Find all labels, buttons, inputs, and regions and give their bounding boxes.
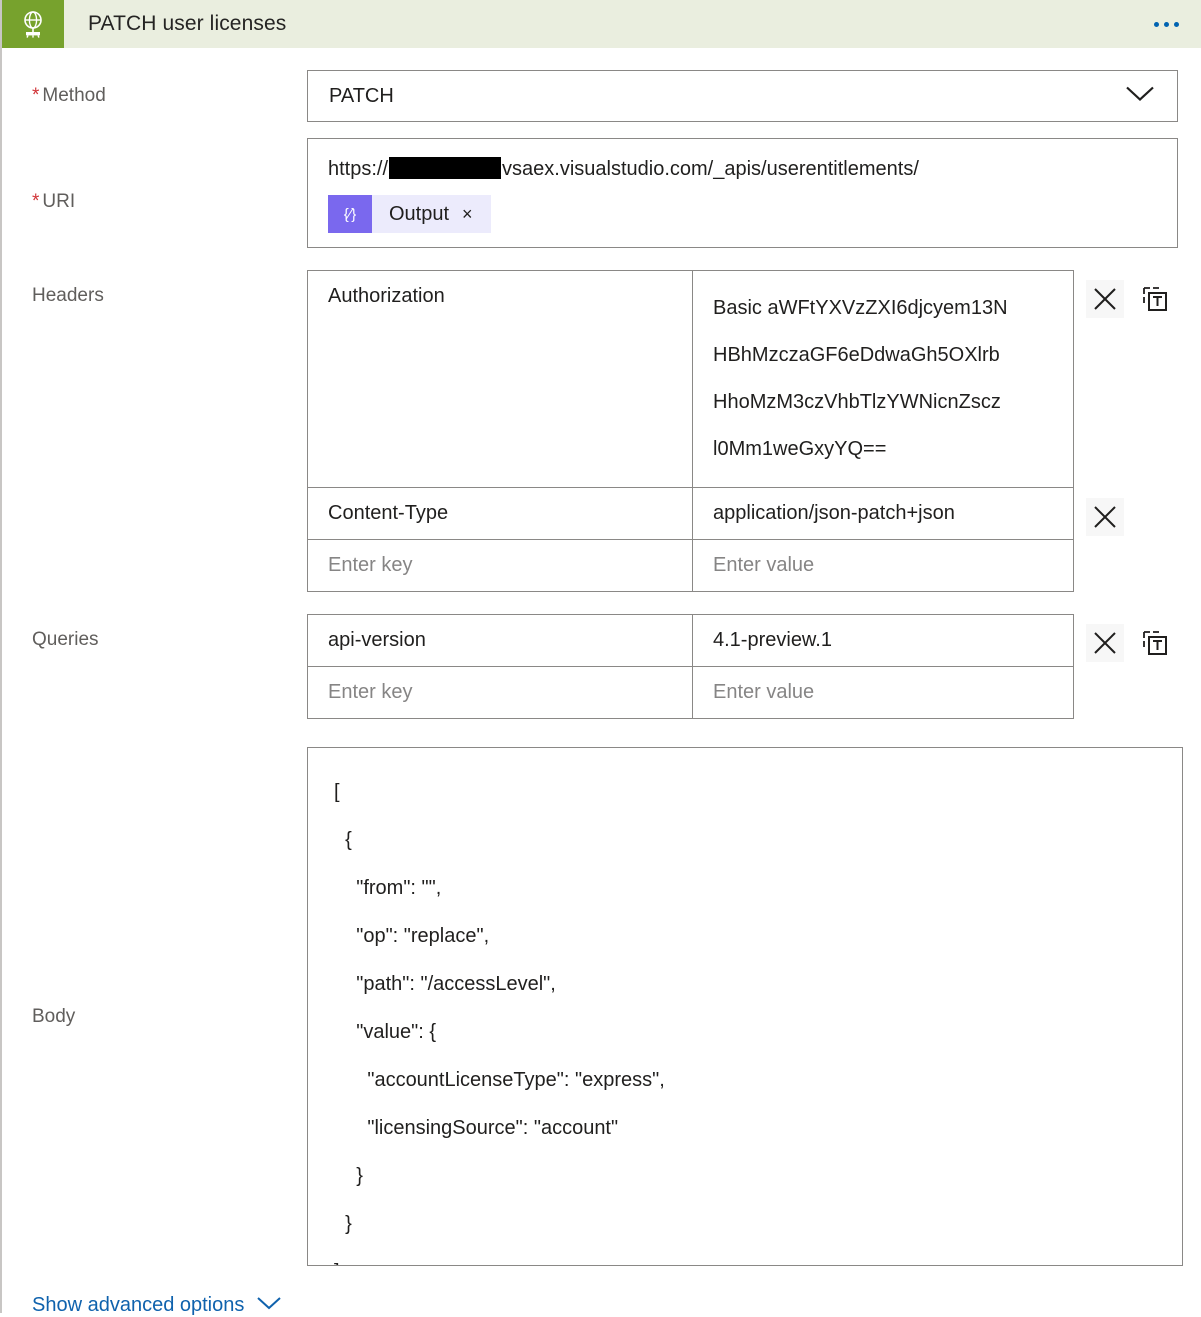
query-row-actions <box>1074 614 1174 662</box>
table-row-empty: Enter key Enter value <box>308 539 1073 591</box>
header-key-input-empty[interactable]: Enter key <box>308 540 693 591</box>
header-entry-authorization: Authorization Basic aWFtYXVzZXI6djcyem13… <box>307 270 1201 488</box>
body-line: "value": { <box>334 1021 437 1043</box>
body-line: "op": "replace", <box>334 925 490 947</box>
uri-input[interactable]: https:// vsaex.visualstudio.com/_apis/use… <box>307 138 1178 248</box>
headers-label: Headers <box>32 285 104 306</box>
uri-row: * URI https:// vsaex.visualstudio.com/_api… <box>2 138 1201 248</box>
uri-field: https:// vsaex.visualstudio.com/_apis/use… <box>307 138 1201 248</box>
body-line: { <box>334 829 352 851</box>
body-line: [ <box>334 781 340 803</box>
body-line: ] <box>334 1248 1162 1265</box>
close-icon[interactable] <box>1086 498 1124 536</box>
switch-to-text-mode-icon[interactable] <box>1136 280 1174 318</box>
table-row: Content-Type application/json-patch+json <box>308 488 1073 539</box>
query-key-input[interactable]: api-version <box>308 615 693 666</box>
method-dropdown[interactable]: PATCH <box>307 70 1178 122</box>
value-line: HBhMzczaGF6eDdwaGh5OXlrb <box>713 344 1000 366</box>
uri-label-text: URI <box>42 191 76 212</box>
queries-label: Queries <box>32 629 99 650</box>
queries-row: Queries api-version 4.1-preview.1 Enter … <box>2 614 1201 719</box>
method-field: PATCH <box>307 70 1201 122</box>
card-header: PATCH user licenses <box>2 0 1201 48</box>
value-line: l0Mm1weGxyYQ== <box>713 438 887 460</box>
token-label: Output <box>389 202 450 225</box>
body-row: Body [ { "from": "", "op": "replace", "p… <box>2 747 1201 1266</box>
header-key-input[interactable]: Authorization <box>308 271 693 487</box>
body-line: "from": "", <box>334 877 442 899</box>
card-title: PATCH user licenses <box>88 12 287 35</box>
query-value-input[interactable]: 4.1-preview.1 <box>693 615 1073 666</box>
header-row-actions <box>1074 270 1174 318</box>
query-value-input-empty[interactable]: Enter value <box>693 667 1073 718</box>
body-field: [ { "from": "", "op": "replace", "path":… <box>307 747 1201 1266</box>
header-table-remaining: Content-Type application/json-patch+json… <box>307 488 1074 592</box>
body-line: } <box>334 1165 363 1187</box>
switch-to-text-mode-icon[interactable] <box>1136 624 1174 662</box>
value-line: HhoMzM3czVhbTlzYWNicnZscz <box>713 391 1001 413</box>
required-marker: * <box>32 85 40 106</box>
body-line: "licensingSource": "account" <box>334 1117 619 1139</box>
header-row-actions <box>1074 488 1124 536</box>
header-table-authorization: Authorization Basic aWFtYXVzZXI6djcyem13… <box>307 270 1074 488</box>
headers-row: Headers Authorization Basic aWFtYXVzZXI6… <box>2 270 1201 592</box>
query-table: api-version 4.1-preview.1 Enter key Ente… <box>307 614 1074 719</box>
body-line: } <box>334 1213 352 1235</box>
method-row: * Method PATCH <box>2 70 1201 122</box>
redaction-bar <box>389 157 502 179</box>
chevron-down-icon[interactable] <box>1125 85 1155 108</box>
required-marker: * <box>32 191 40 212</box>
globe-network-icon <box>2 0 64 48</box>
table-row-empty: Enter key Enter value <box>308 666 1073 718</box>
headers-field: Authorization Basic aWFtYXVzZXI6djcyem13… <box>307 270 1201 592</box>
uri-suffix: vsaex.visualstudio.com/_apis/userentitle… <box>502 158 919 180</box>
header-value-input[interactable]: Basic aWFtYXVzZXI6djcyem13N HBhMzczaGF6e… <box>693 271 1073 487</box>
close-icon[interactable] <box>1086 624 1124 662</box>
body-line: "accountLicenseType": "express", <box>334 1069 665 1091</box>
show-advanced-options-label: Show advanced options <box>32 1294 245 1316</box>
show-advanced-options-button[interactable]: Show advanced options <box>2 1294 282 1317</box>
header-value-input-empty[interactable]: Enter value <box>693 540 1073 591</box>
header-entry-content-type: Content-Type application/json-patch+json… <box>307 488 1201 592</box>
uri-text: https:// vsaex.visualstudio.com/_apis/use… <box>328 155 1157 183</box>
body-label: Body <box>32 1006 76 1027</box>
header-key-input[interactable]: Content-Type <box>308 488 693 539</box>
body-line: "path": "/accessLevel", <box>334 973 556 995</box>
dynamic-token-chip[interactable]: {⁄} Output × <box>328 195 491 233</box>
table-row: api-version 4.1-preview.1 <box>308 615 1073 666</box>
method-value: PATCH <box>329 84 394 107</box>
body-input[interactable]: [ { "from": "", "op": "replace", "path":… <box>307 747 1183 1266</box>
queries-field: api-version 4.1-preview.1 Enter key Ente… <box>307 614 1201 719</box>
uri-label: * URI <box>2 138 307 214</box>
query-key-input-empty[interactable]: Enter key <box>308 667 693 718</box>
query-entry-api-version: api-version 4.1-preview.1 Enter key Ente… <box>307 614 1201 719</box>
token-remove-icon[interactable]: × <box>462 205 491 223</box>
table-row: Authorization Basic aWFtYXVzZXI6djcyem13… <box>308 271 1073 487</box>
method-label: * Method <box>2 70 307 108</box>
header-value-input[interactable]: application/json-patch+json <box>693 488 1073 539</box>
http-action-card: PATCH user licenses *Method PATCH *URI <box>0 0 1201 1316</box>
close-icon[interactable] <box>1086 280 1124 318</box>
expression-icon: {⁄} <box>328 195 372 233</box>
uri-prefix: https:// <box>328 158 389 180</box>
value-line: Basic aWFtYXVzZXI6djcyem13N <box>713 297 1008 319</box>
more-options-icon[interactable] <box>1154 21 1201 27</box>
method-label-text: Method <box>42 85 106 106</box>
